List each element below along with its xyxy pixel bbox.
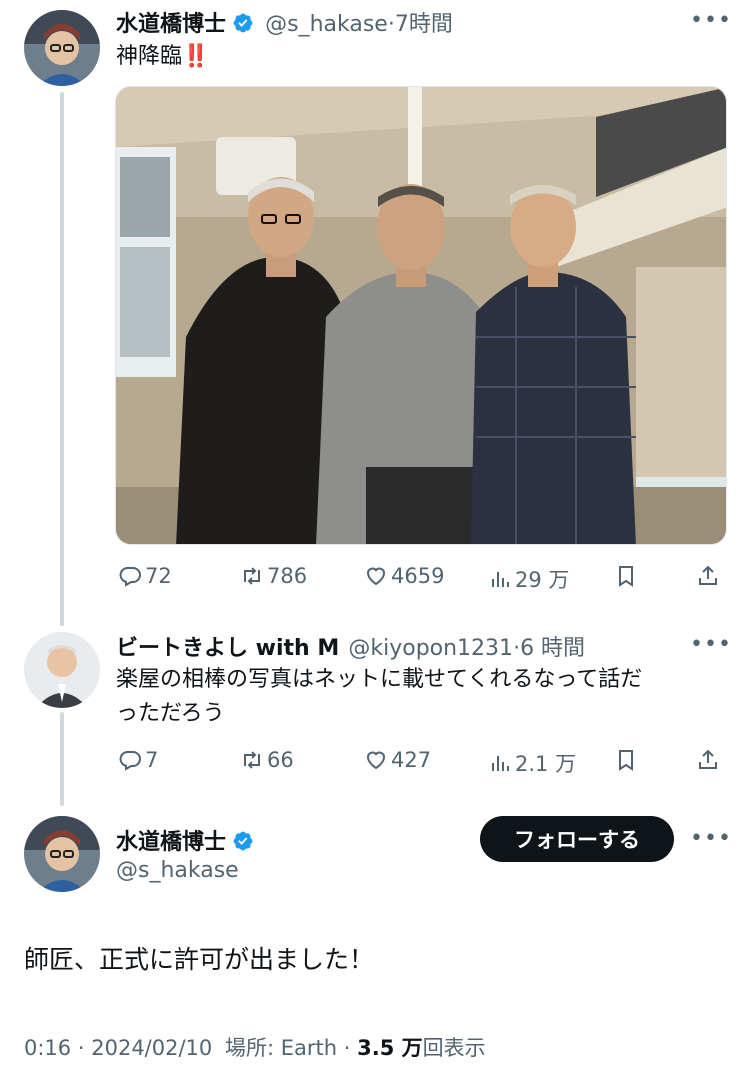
like-button[interactable]: 427 [364,748,431,772]
retweet-button[interactable]: 786 [240,564,307,588]
avatar-s-hakase[interactable] [24,10,100,86]
views-icon [492,756,509,771]
heart-icon [366,751,386,770]
bookmark-button[interactable] [614,748,641,772]
bookmark-icon [619,750,633,771]
reply-icon [119,751,141,771]
verified-badge-icon [233,13,253,33]
tweet-1-header: 水道橋博士 @s_hakase·7時間 [116,6,453,38]
tweet-text: 神降臨 [116,44,183,69]
author-handle[interactable]: @kiyopon1231 [348,636,513,661]
separator-dot: · [343,1036,351,1060]
tweet-photo[interactable] [115,86,727,545]
retweet-icon [244,567,260,585]
tweet-time[interactable]: 0:16 [24,1036,71,1060]
follow-button[interactable]: フォローする [480,816,674,862]
tweet-date[interactable]: 2024/02/10 [91,1036,212,1060]
verified-badge-icon [233,831,253,851]
separator-dot: · [387,12,395,37]
share-icon [699,565,717,585]
share-icon [699,749,717,769]
tweet-2-text-line-2: っただろう [116,701,225,726]
views-count: 2.1 万 [515,752,577,776]
reply-count: 72 [145,564,172,588]
retweet-button[interactable]: 66 [240,748,294,772]
views-count: 29 万 [515,568,570,592]
separator-dot: · [513,636,521,661]
avatar-s-hakase[interactable] [24,816,100,892]
more-options-icon[interactable]: ••• [690,826,732,851]
tweet-time[interactable]: 7時間 [395,12,453,37]
separator-dot: · [77,1036,85,1060]
more-options-icon[interactable]: ••• [690,8,732,33]
main-tweet-text: 師匠、正式に許可が出ました！ [24,945,375,974]
avatar-image [24,10,100,86]
tweet-location[interactable]: 場所: Earth [225,1036,337,1060]
share-button[interactable] [696,564,723,588]
retweet-count: 786 [267,564,308,588]
retweet-icon [244,751,260,769]
reply-button[interactable]: 72 [118,564,172,588]
author-name[interactable]: 水道橋博士 [116,830,226,855]
like-button[interactable]: 4659 [364,564,444,588]
share-button[interactable] [696,748,723,772]
tweet-2-text-line-1: 楽屋の相棒の写真はネットに載せてくれるなって話だ [116,667,643,692]
views-button[interactable]: 2.1 万 [488,748,576,778]
main-author-name-row: 水道橋博士 [116,824,254,856]
view-count: 3.5 万 [357,1036,423,1060]
tweet-2-header: ビートきよし with M @kiyopon1231·6 時間 [116,630,585,662]
view-count-suffix: 回表示 [422,1036,486,1060]
author-name[interactable]: ビートきよし with M [116,636,339,661]
more-options-icon[interactable]: ••• [690,632,732,657]
photo-image [116,87,726,544]
tweet-meta: 0:16 · 2024/02/10 場所: Earth · 3.5 万回表示 [24,1032,486,1062]
bookmark-icon [619,566,633,587]
avatar-kiyopon[interactable] [24,632,100,708]
tweet-time[interactable]: 6 時間 [520,636,585,661]
views-button[interactable]: 29 万 [488,564,569,594]
bookmark-button[interactable] [614,564,641,588]
thread-line-top [60,92,64,626]
reply-count: 7 [145,748,159,772]
tweet-1-text: 神降臨‼️ [116,40,209,74]
avatar-image [24,632,100,708]
retweet-count: 66 [267,748,294,772]
reply-button[interactable]: 7 [118,748,158,772]
author-handle[interactable]: @s_hakase [116,858,239,883]
heart-icon [366,567,386,586]
author-handle[interactable]: @s_hakase [265,12,388,37]
author-name[interactable]: 水道橋博士 [116,12,226,37]
like-count: 427 [391,748,432,772]
like-count: 4659 [391,564,445,588]
views-icon [492,572,509,587]
double-exclamation-emoji: ‼️ [182,44,210,69]
reply-icon [119,567,141,587]
avatar-image [24,816,100,892]
thread-line-bottom [60,712,64,806]
